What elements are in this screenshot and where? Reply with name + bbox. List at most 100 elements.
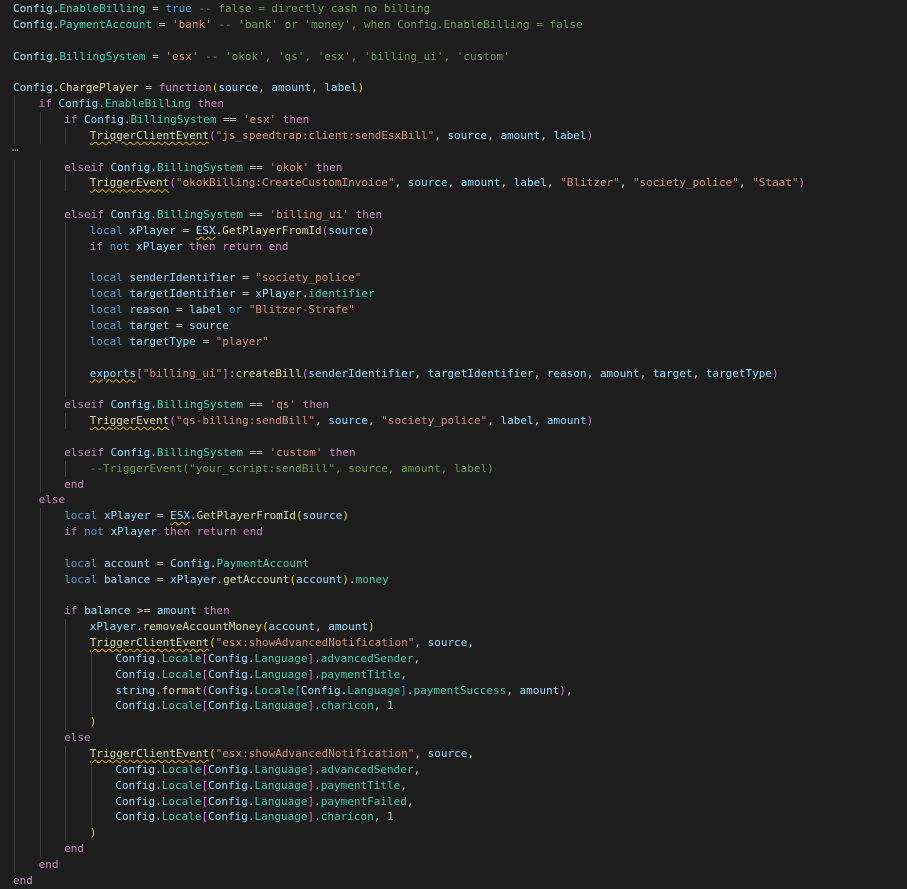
- code-line[interactable]: TriggerEvent("okokBilling:CreateCustomIn…: [0, 175, 907, 192]
- code-token: local: [89, 319, 130, 332]
- code-token: source: [328, 414, 368, 428]
- indent-guide: [39, 524, 41, 541]
- code-line[interactable]: local senderIdentifier = "society_police…: [0, 270, 907, 287]
- code-line[interactable]: Config.Locale[Config.Language].paymentFa…: [0, 793, 907, 810]
- code-line[interactable]: end: [0, 856, 907, 873]
- code-token: .: [155, 699, 162, 713]
- code-text: if Config.EnableBilling then: [39, 96, 224, 112]
- code-text: Config.EnableBilling = true -- false = d…: [13, 1, 430, 17]
- indent-guide: [14, 809, 15, 826]
- code-token: Locale: [161, 699, 202, 713]
- code-line[interactable]: end: [0, 841, 907, 858]
- indent-guide: [39, 397, 41, 414]
- indent-guide: [39, 444, 41, 461]
- code-token: local: [89, 334, 130, 348]
- code-line[interactable]: Config.Locale[Config.Language].advancedS…: [0, 650, 907, 667]
- code-line[interactable]: if Config.EnableBilling then: [0, 96, 907, 113]
- code-line[interactable]: TriggerClientEvent("esx:showAdvancedNoti…: [0, 745, 907, 762]
- code-token: -- 'okok', 'qs', 'esx', 'billing_ui', 'c…: [198, 49, 510, 63]
- code-line[interactable]: elseif Config.BillingSystem == 'okok' th…: [0, 159, 907, 176]
- code-line[interactable]: TriggerClientEvent("js_speedtrap:client:…: [0, 127, 907, 144]
- code-token: ,: [639, 366, 653, 380]
- indent-guide: [65, 682, 67, 699]
- code-line[interactable]: string.format(Config.Locale[Config.Langu…: [0, 682, 907, 699]
- code-line[interactable]: ): [0, 825, 907, 842]
- code-line[interactable]: Config.PaymentAccount = 'bank' -- 'bank'…: [0, 17, 907, 33]
- code-line[interactable]: Config.Locale[Config.Language].paymentTi…: [0, 777, 907, 794]
- code-line[interactable]: local target = source: [0, 318, 907, 334]
- code-line[interactable]: TriggerEvent("qs-billing:sendBill", sour…: [0, 413, 907, 430]
- code-line[interactable]: elseif Config.BillingSystem == 'custom' …: [0, 444, 907, 461]
- indent-guide: [39, 333, 41, 350]
- code-line[interactable]: end: [0, 476, 907, 493]
- indent-guide: [90, 698, 92, 715]
- code-token: xPlayer: [110, 525, 157, 539]
- code-line[interactable]: [0, 64, 907, 80]
- code-line[interactable]: if not xPlayer then return end: [0, 238, 907, 255]
- code-text: elseif Config.BillingSystem == 'qs' then: [64, 397, 329, 413]
- code-line[interactable]: [0, 539, 907, 556]
- code-line[interactable]: Config.Locale[Config.Language].paymentTi…: [0, 666, 907, 683]
- code-token: Config: [13, 2, 53, 15]
- code-line[interactable]: local account = Config.PaymentAccount: [0, 555, 907, 572]
- code-line[interactable]: [0, 381, 907, 398]
- code-line[interactable]: …: [0, 141, 907, 160]
- code-token: Config: [110, 445, 151, 459]
- code-token: charicon: [320, 810, 374, 824]
- code-token: Config: [208, 651, 248, 665]
- code-token: 'esx': [165, 49, 199, 63]
- code-line[interactable]: [0, 349, 907, 366]
- code-token: Config: [58, 97, 99, 111]
- code-line[interactable]: if not xPlayer then return end: [0, 524, 907, 541]
- code-token: local: [64, 572, 104, 586]
- indent-guide: [39, 428, 41, 445]
- code-line[interactable]: if balance >= amount then: [0, 603, 907, 620]
- code-editor[interactable]: Config. EnableBilling = true -- false = d…: [0, 0, 907, 887]
- code-line[interactable]: local balance = xPlayer.getAccount(accou…: [0, 571, 907, 588]
- code-line[interactable]: Config.Locale[Config.Language].charicon,…: [0, 698, 907, 715]
- code-line[interactable]: [0, 428, 907, 445]
- code-token: [: [294, 683, 301, 697]
- code-token: if: [64, 112, 85, 126]
- code-line[interactable]: xPlayer.removeAccountMoney(account, amou…: [0, 619, 907, 636]
- code-line[interactable]: local targetIdentifier = xPlayer.identif…: [0, 286, 907, 303]
- code-line[interactable]: Config.Locale[Config.Language].advancedS…: [0, 761, 907, 778]
- code-line[interactable]: Config.EnableBilling = true -- false = d…: [0, 1, 907, 17]
- code-token: Config: [208, 794, 248, 808]
- code-token: ESX: [170, 509, 191, 523]
- code-line[interactable]: local xPlayer = ESX.GetPlayerFromId(sour…: [0, 508, 907, 525]
- code-line[interactable]: [0, 33, 907, 49]
- code-line[interactable]: exports["billing_ui"]:createBill(senderI…: [0, 365, 907, 382]
- indent-guide: [39, 793, 41, 810]
- code-line[interactable]: end: [0, 873, 907, 889]
- code-line[interactable]: [0, 254, 907, 271]
- code-token: targetIdentifier: [427, 366, 534, 380]
- code-token: Config: [110, 398, 151, 412]
- code-line[interactable]: Config.Locale[Config.Language].charicon,…: [0, 809, 907, 826]
- code-line[interactable]: --TriggerEvent("your_script:sendBill", s…: [0, 460, 907, 477]
- code-token: ESX: [195, 223, 216, 237]
- code-token: .: [155, 683, 162, 697]
- code-line[interactable]: ): [0, 714, 907, 731]
- code-token: TriggerClientEvent: [89, 128, 210, 142]
- code-line[interactable]: [0, 191, 907, 208]
- fold-ellipsis-icon[interactable]: …: [12, 140, 19, 156]
- code-line[interactable]: Config.ChargePlayer = function(source, a…: [0, 80, 907, 96]
- code-token: targetType: [705, 366, 773, 380]
- code-line[interactable]: local xPlayer = ESX.GetPlayerFromId(sour…: [0, 222, 907, 239]
- code-token: BillingSystem: [156, 445, 244, 459]
- code-token: =: [145, 2, 166, 15]
- code-token: Config: [110, 208, 151, 222]
- code-line[interactable]: [0, 587, 907, 604]
- code-line[interactable]: else: [0, 492, 907, 509]
- indent-guide: [14, 111, 15, 128]
- code-line[interactable]: TriggerClientEvent("esx:showAdvancedNoti…: [0, 635, 907, 651]
- code-line[interactable]: else: [0, 730, 907, 747]
- code-line[interactable]: elseif Config.BillingSystem == 'billing_…: [0, 207, 907, 224]
- code-line[interactable]: Config.BillingSystem = 'esx' -- 'okok', …: [0, 49, 907, 65]
- code-line[interactable]: if Config.BillingSystem == 'esx' then: [0, 111, 907, 128]
- code-line[interactable]: local reason = label or "Blitzer-Strafe": [0, 302, 907, 319]
- code-line[interactable]: elseif Config.BillingSystem == 'qs' then: [0, 397, 907, 414]
- code-line[interactable]: local targetType = "player": [0, 333, 907, 350]
- code-token: .: [314, 667, 321, 681]
